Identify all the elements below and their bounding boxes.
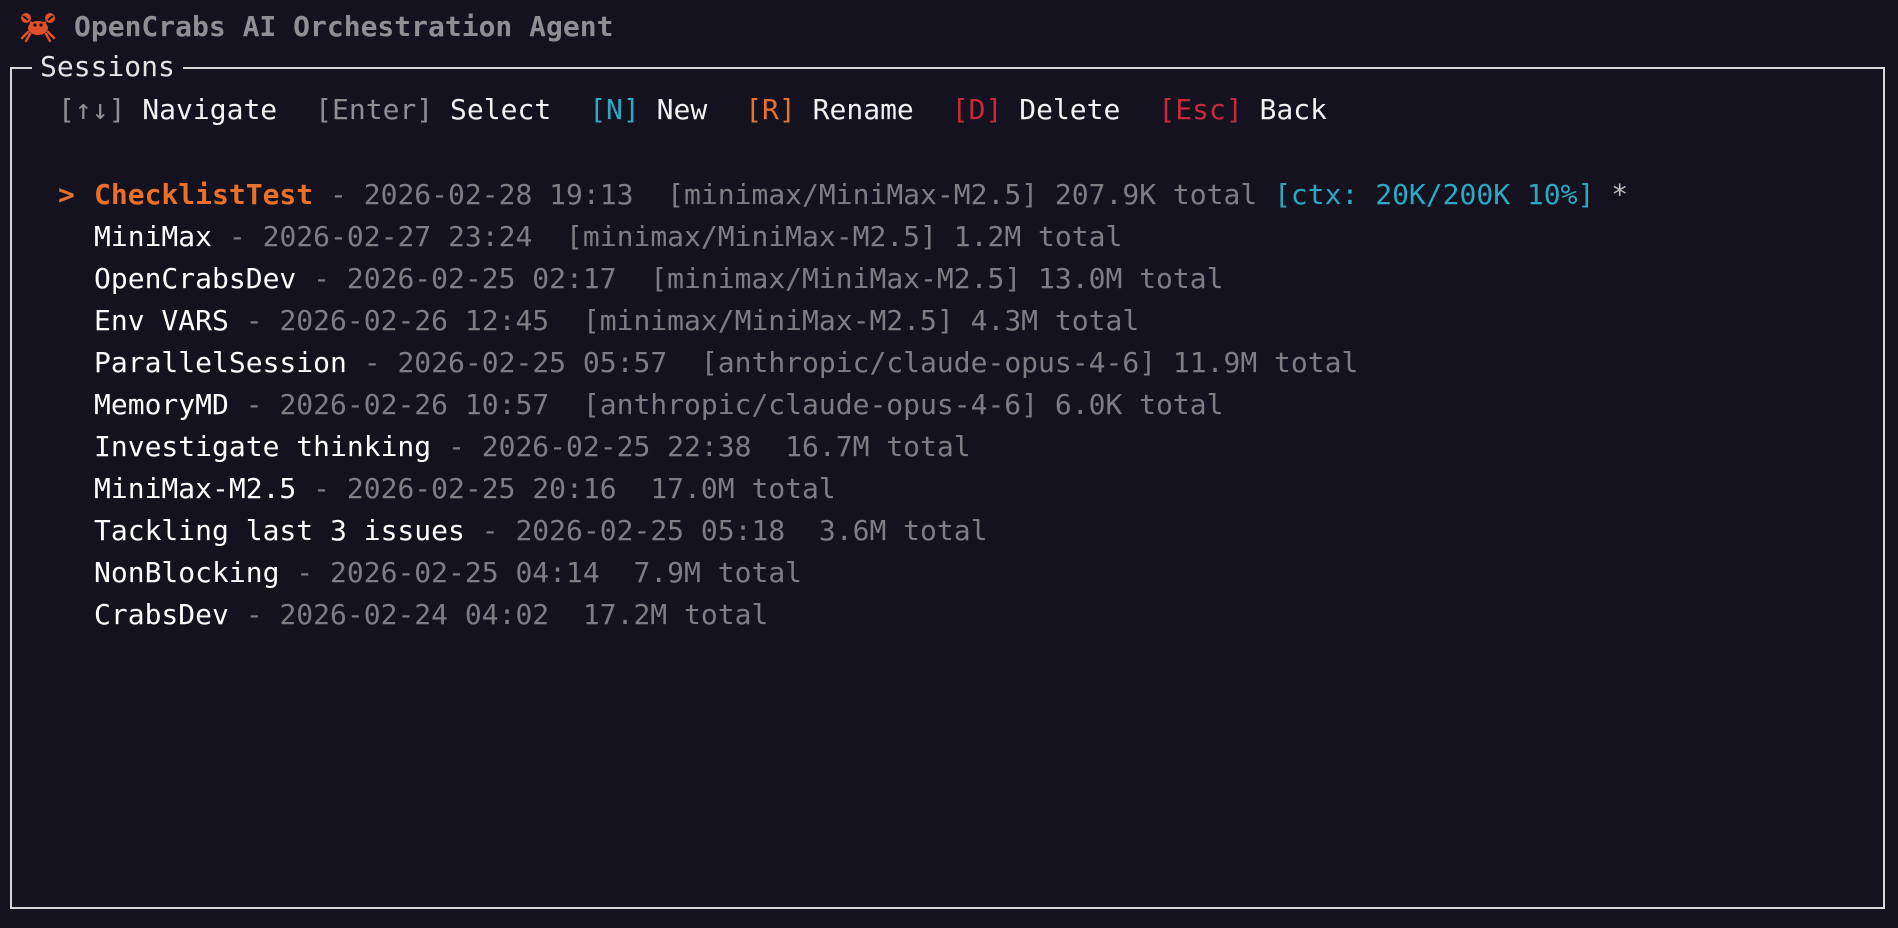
session-datetime: 2026-02-26 10:57 [279,388,550,421]
session-name: ChecklistTest [94,178,314,211]
help-navigate: [↑↓] Navigate [58,90,277,130]
session-tokens: 17.2M total [582,598,769,631]
session-tokens: 16.7M total [785,430,971,463]
session-context-usage: [ctx: 20K/200K 10%] [1274,178,1595,211]
session-tokens: 3.6M total [818,514,988,547]
help-label: Navigate [142,93,278,126]
session-tokens: 207.9K total [1054,178,1258,211]
session-model: [minimax/MiniMax-M2.5] [582,304,954,337]
session-separator: - [464,514,516,547]
session-row-checklisttest[interactable]: > ChecklistTest - 2026-02-28 19:13 [mini… [58,174,1628,216]
help-label: New [656,93,708,126]
session-tokens: 4.3M total [970,304,1140,337]
app-title-bar: OpenCrabs AI Orchestration Agent [20,6,613,46]
session-model: [minimax/MiniMax-M2.5] [650,262,1022,295]
session-name: CrabsDev [94,598,229,631]
session-separator: - [313,178,364,211]
session-name: Env VARS [94,304,229,337]
current-session-marker: * [1611,178,1629,211]
session-tokens: 1.2M total [953,220,1123,253]
session-datetime: 2026-02-25 05:18 [515,514,786,547]
session-name: Tackling last 3 issues [94,514,465,547]
help-back: [Esc] Back [1158,90,1327,130]
help-label: Back [1259,93,1327,126]
session-separator: - [212,220,263,253]
session-row-parallelsession[interactable]: ParallelSession - 2026-02-25 05:57 [anth… [58,342,1628,384]
session-tokens: 6.0K total [1054,388,1224,421]
help-key: [D] [951,93,1003,126]
session-separator: - [228,304,280,337]
session-tokens: 13.0M total [1038,262,1224,295]
session-row-opencrabsdev[interactable]: OpenCrabsDev - 2026-02-25 02:17 [minimax… [58,258,1628,300]
session-row-tackling-last-3-issues[interactable]: Tackling last 3 issues - 2026-02-25 05:1… [58,510,1628,552]
selection-cursor: > [58,178,92,211]
session-row-minimax-m2-5[interactable]: MiniMax-M2.5 - 2026-02-25 20:16 17.0M to… [58,468,1628,510]
session-tokens: 7.9M total [633,556,803,589]
help-delete: [D] Delete [952,90,1121,130]
session-model: [minimax/MiniMax-M2.5] [566,220,937,253]
session-row-nonblocking[interactable]: NonBlocking - 2026-02-25 04:14 7.9M tota… [58,552,1628,594]
session-datetime: 2026-02-25 05:57 [397,346,668,379]
session-name: OpenCrabsDev [94,262,297,295]
session-datetime: 2026-02-24 04:02 [279,598,550,631]
session-row-memorymd[interactable]: MemoryMD - 2026-02-26 10:57 [anthropic/c… [58,384,1628,426]
help-key: [Enter] [315,93,434,126]
panel-title: Sessions [32,47,183,87]
session-separator: - [296,262,347,295]
help-key: [Esc] [1158,93,1243,126]
session-name: Investigate thinking [94,430,432,463]
session-row-env-vars[interactable]: Env VARS - 2026-02-26 12:45 [minimax/Min… [58,300,1628,342]
session-list: > ChecklistTest - 2026-02-28 19:13 [mini… [58,174,1628,636]
session-separator: - [296,472,347,505]
session-model: [anthropic/claude-opus-4-6] [700,346,1157,379]
help-label: Delete [1019,93,1121,126]
session-name: MiniMax-M2.5 [94,472,297,505]
session-datetime: 2026-02-25 04:14 [330,556,600,589]
session-datetime: 2026-02-27 23:24 [262,220,533,253]
session-separator: - [431,430,482,463]
session-name: ParallelSession [94,346,347,379]
help-rename: [R] Rename [745,90,914,130]
crab-icon [20,13,56,43]
session-datetime: 2026-02-25 22:38 [481,430,752,463]
help-label: Rename [812,93,914,126]
session-tokens: 11.9M total [1172,346,1359,379]
session-tokens: 17.0M total [650,472,836,505]
session-name: MemoryMD [94,388,229,421]
session-row-investigate-thinking[interactable]: Investigate thinking - 2026-02-25 22:38 … [58,426,1628,468]
help-key: [↑↓] [58,93,126,126]
sessions-panel: Sessions [↑↓] Navigate [Enter] Select [N… [10,47,1885,909]
session-datetime: 2026-02-26 12:45 [279,304,550,337]
session-separator: - [228,388,280,421]
help-key: [R] [745,93,796,126]
session-separator: - [346,346,398,379]
session-name: NonBlocking [94,556,280,589]
session-row-crabsdev[interactable]: CrabsDev - 2026-02-24 04:02 17.2M total [58,594,1628,636]
session-separator: - [228,598,280,631]
session-datetime: 2026-02-28 19:13 [363,178,634,211]
session-model: [minimax/MiniMax-M2.5] [667,178,1039,211]
app-title: OpenCrabs AI Orchestration Agent [74,9,614,43]
session-separator: - [279,556,331,589]
session-row-minimax[interactable]: MiniMax - 2026-02-27 23:24 [minimax/Mini… [58,216,1628,258]
help-key: [N] [589,93,640,126]
help-label: Select [450,93,552,126]
session-model: [anthropic/claude-opus-4-6] [582,388,1039,421]
session-datetime: 2026-02-25 02:17 [346,262,617,295]
help-select: [Enter] Select [315,90,551,130]
session-name: MiniMax [94,220,213,253]
help-new: [N] New [589,90,707,130]
keybinding-help: [↑↓] Navigate [Enter] Select [N] New [R]… [58,90,1365,130]
session-datetime: 2026-02-25 20:16 [346,472,617,505]
